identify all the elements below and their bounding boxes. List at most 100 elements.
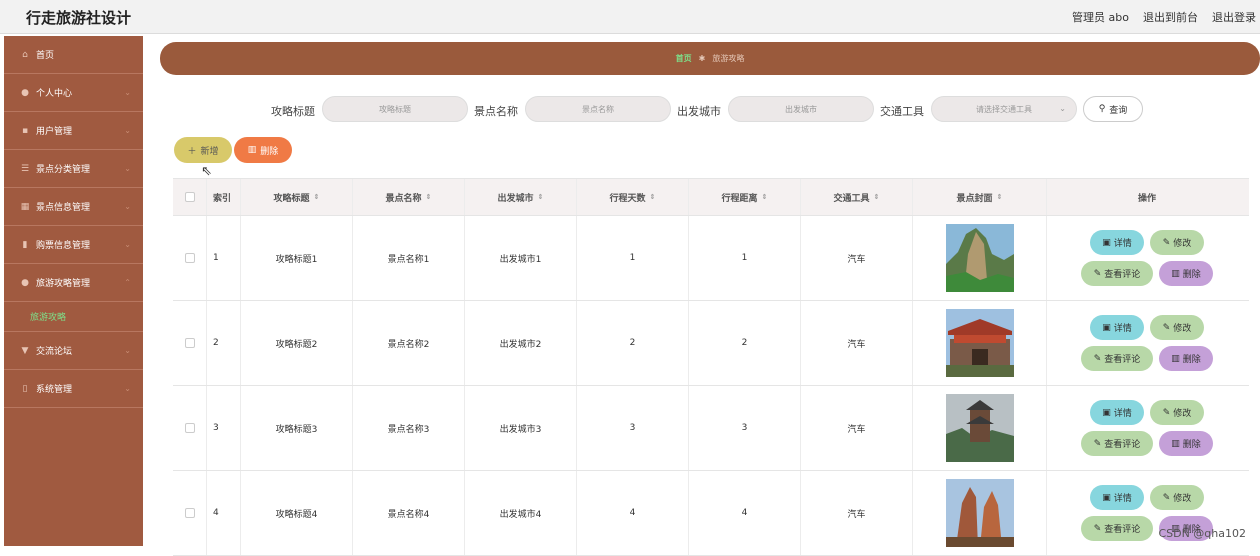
row-index: 3 (207, 386, 241, 470)
row-actions: ▣ 详情 ✎ 修改 ✎ 查看评论 ▥ 删除 (1047, 301, 1247, 385)
plus-icon: ＋ (187, 146, 197, 157)
grid-icon: ▦ (20, 201, 30, 212)
trash-icon: ▥ (1171, 438, 1180, 449)
city-search-input[interactable]: 出发城市 (728, 96, 874, 122)
view-comments-button[interactable]: ✎ 查看评论 (1081, 431, 1153, 456)
header-city[interactable]: 出发城市 ⇕ (465, 179, 577, 215)
header-cover[interactable]: 景点封面 ⇕ (913, 179, 1047, 215)
row-transport: 汽车 (801, 216, 913, 300)
guides-table: 索引 攻略标题 ⇕ 景点名称 ⇕ 出发城市 ⇕ 行程天数 ⇕ 行程距离 ⇕ 交通工具 ⇕ 景… (173, 178, 1249, 556)
sort-icon: ⇕ (761, 193, 768, 201)
detail-button[interactable]: ▣ 详情 (1090, 315, 1144, 340)
table-row: 2 攻略标题2 景点名称2 出发城市2 2 2 汽车 ▣ 详情 ✎ 修改 ✎ 查… (173, 301, 1249, 386)
header-index: 索引 (207, 179, 241, 215)
row-spot: 景点名称1 (353, 216, 465, 300)
sort-icon: ⇕ (537, 193, 544, 201)
cover-image (945, 479, 1014, 547)
sidebar-item-spot-info[interactable]: ▦ 景点信息管理 ⌄ (4, 188, 143, 226)
row-title: 攻略标题1 (241, 216, 353, 300)
view-comments-button[interactable]: ✎ 查看评论 (1081, 261, 1153, 286)
row-actions: ▣ 详情 ✎ 修改 ✎ 查看评论 ▥ 删除 (1047, 386, 1247, 470)
sidebar-item-system[interactable]: ▯ 系统管理 ⌄ (4, 370, 143, 408)
list-icon: ☰ (20, 163, 30, 174)
sidebar: ⌂ 首页 ● 个人中心 ⌄ ▪ 用户管理 ⌄ ☰ 景点分类管理 ⌄ ▦ 景点信息管理 ⌄ ▮ 购票信… (4, 36, 143, 546)
sort-icon: ⇕ (649, 193, 656, 201)
header-transport[interactable]: 交通工具 ⇕ (801, 179, 913, 215)
transport-select[interactable]: 请选择交通工具 ⌄ (931, 96, 1077, 122)
row-title: 攻略标题4 (241, 471, 353, 555)
header-days[interactable]: 行程天数 ⇕ (577, 179, 689, 215)
delete-button[interactable]: ▥ 删除 (1159, 261, 1213, 286)
sidebar-item-spot-category[interactable]: ☰ 景点分类管理 ⌄ (4, 150, 143, 188)
document-icon: ▣ (1102, 322, 1111, 333)
row-transport: 汽车 (801, 386, 913, 470)
row-checkbox[interactable] (184, 253, 195, 263)
row-transport: 汽车 (801, 471, 913, 555)
search-label-spot: 景点名称 (474, 105, 518, 118)
row-checkbox[interactable] (184, 338, 195, 348)
chevron-down-icon: ⌄ (124, 384, 131, 393)
bulk-delete-button[interactable]: ▥ 删除 (234, 137, 292, 163)
back-to-front-link[interactable]: 退出到前台 (1143, 9, 1198, 25)
sidebar-item-profile[interactable]: ● 个人中心 ⌄ (4, 74, 143, 112)
user-label: 管理员 abo (1072, 11, 1129, 24)
delete-button[interactable]: ▥ 删除 (1159, 346, 1213, 371)
watermark: CSDN @qha102 (1158, 527, 1246, 540)
bar-chart-icon: ▮ (22, 239, 28, 250)
sort-icon: ⇕ (425, 193, 432, 201)
header-title[interactable]: 攻略标题 ⇕ (241, 179, 353, 215)
detail-button[interactable]: ▣ 详情 (1090, 230, 1144, 255)
cover-image (945, 309, 1014, 377)
view-comments-button[interactable]: ✎ 查看评论 (1081, 346, 1153, 371)
row-checkbox[interactable] (184, 508, 195, 518)
edit-button[interactable]: ✎ 修改 (1150, 315, 1204, 340)
pencil-icon: ✎ (1162, 322, 1171, 333)
detail-button[interactable]: ▣ 详情 (1090, 485, 1144, 510)
header-spot[interactable]: 景点名称 ⇕ (353, 179, 465, 215)
edit-button[interactable]: ✎ 修改 (1150, 230, 1204, 255)
table-row: 3 攻略标题3 景点名称3 出发城市3 3 3 汽车 ▣ 详情 ✎ 修改 ✎ 查… (173, 386, 1249, 471)
detail-button[interactable]: ▣ 详情 (1090, 400, 1144, 425)
chevron-down-icon: ⌄ (124, 126, 131, 135)
search-label-transport: 交通工具 (880, 105, 924, 118)
row-days: 1 (577, 216, 689, 300)
row-checkbox[interactable] (184, 423, 195, 433)
sidebar-subitem-guides[interactable]: 旅游攻略 (4, 302, 143, 332)
cover-image (945, 224, 1014, 292)
sidebar-item-home[interactable]: ⌂ 首页 (4, 36, 143, 74)
edit-button[interactable]: ✎ 修改 (1150, 400, 1204, 425)
sidebar-item-guides[interactable]: ● 旅游攻略管理 ⌃ (4, 264, 143, 302)
sidebar-item-users[interactable]: ▪ 用户管理 ⌄ (4, 112, 143, 150)
view-comments-button[interactable]: ✎ 查看评论 (1081, 516, 1153, 541)
pencil-icon: ✎ (1093, 353, 1102, 364)
person-icon: ● (21, 277, 29, 288)
row-distance: 4 (689, 471, 801, 555)
search-icon: ⚲ (1098, 104, 1106, 114)
user-icon: ● (21, 87, 29, 98)
breadcrumb-current: 旅游攻略 (712, 54, 745, 63)
header-actions: 操作 (1137, 193, 1156, 204)
chevron-down-icon: ⌄ (124, 88, 131, 97)
document-icon: ▣ (1102, 492, 1111, 503)
sidebar-item-tickets[interactable]: ▮ 购票信息管理 ⌄ (4, 226, 143, 264)
logout-link[interactable]: 退出登录 (1212, 9, 1256, 25)
title-search-input[interactable]: 攻略标题 (322, 96, 468, 122)
pencil-icon: ✎ (1093, 268, 1102, 279)
row-distance: 1 (689, 216, 801, 300)
select-all-checkbox[interactable] (184, 192, 195, 202)
pencil-icon: ✎ (1162, 237, 1171, 248)
delete-button[interactable]: ▥ 删除 (1159, 431, 1213, 456)
add-button[interactable]: ＋新增 (174, 137, 232, 163)
query-button[interactable]: ⚲ 查询 (1083, 96, 1143, 122)
top-bar: 行走旅游社设计 管理员 abo 退出到前台 退出登录 (0, 0, 1260, 34)
pencil-icon: ✎ (1162, 407, 1171, 418)
search-label-city: 出发城市 (677, 105, 721, 118)
main-content: 首页 ✱ 旅游攻略 攻略标题 攻略标题 景点名称 景点名称 出发城市 出发城市 … (153, 36, 1260, 556)
header-distance[interactable]: 行程距离 ⇕ (689, 179, 801, 215)
spot-search-input[interactable]: 景点名称 (525, 96, 671, 122)
phone-icon: ▯ (22, 383, 28, 394)
edit-button[interactable]: ✎ 修改 (1150, 485, 1204, 510)
sidebar-item-forum[interactable]: ▼ 交流论坛 ⌄ (4, 332, 143, 370)
chat-icon: ▼ (21, 345, 29, 356)
breadcrumb-home[interactable]: 首页 (676, 53, 692, 64)
